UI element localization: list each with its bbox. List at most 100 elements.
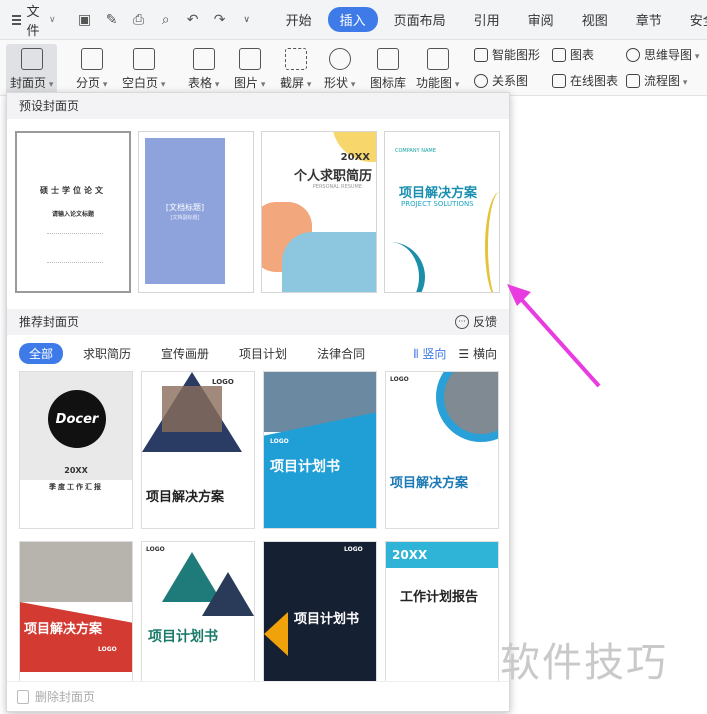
chart-icon [552, 47, 566, 62]
file-menu[interactable]: 文件 ∨ [0, 1, 66, 39]
template-card[interactable]: LOGO 项目计划书 [141, 541, 255, 699]
save-icon[interactable]: ▣ [76, 12, 94, 28]
smart-art-button[interactable]: 智能图形 [474, 46, 540, 63]
template-title: 项目计划书 [270, 459, 340, 475]
template-card[interactable]: LOGO 项目计划书 [263, 541, 377, 699]
preset-cover-resume[interactable]: 20XX 个人求职简历 PERSONAL RESUME [261, 131, 377, 293]
table-button[interactable]: 表格 [188, 44, 219, 91]
cover-page-button[interactable]: 封面页 [6, 44, 58, 95]
cover-page-panel: 预设封面页 硕士学位论文 请输入论文标题 [文档标题] [文档副标题] 20XX… [6, 92, 510, 712]
smart-art-icon [474, 47, 488, 62]
more-icon[interactable]: ∨ [238, 15, 256, 25]
filter-project-plan[interactable]: 项目计划 [229, 343, 297, 364]
thesis-fields [47, 233, 103, 263]
template-card[interactable]: LOGO 项目解决方案 [385, 371, 499, 529]
preset-cover-thesis[interactable]: 硕士学位论文 请输入论文标题 [15, 131, 131, 293]
delete-cover-button[interactable]: 删除封面页 [7, 681, 509, 711]
orientation-vertical[interactable]: ⦀ 竖向 [413, 345, 446, 362]
picture-label: 图片 [234, 76, 265, 90]
screenshot-icon [284, 48, 307, 70]
table-label: 表格 [188, 76, 219, 90]
template-title: 项目解决方案 [146, 490, 225, 505]
template-card[interactable]: Docer 20XX 季度工作汇报 [19, 371, 133, 529]
tab-home[interactable]: 开始 [274, 7, 324, 32]
function-chart-label: 功能图 [416, 76, 459, 90]
tab-view[interactable]: 视图 [570, 7, 620, 32]
feedback-button[interactable]: ··· 反馈 [454, 309, 497, 335]
insert-ribbon: 封面页 分页 空白页 表格 图片 截屏 形状 图标库 功能图 智能图形 图表 [0, 40, 707, 96]
function-chart-button[interactable]: 功能图 [416, 44, 459, 91]
cover-page-label: 封面页 [10, 76, 53, 90]
print-icon[interactable]: ⎙ [130, 12, 148, 28]
shape-button[interactable]: 形状 [324, 44, 355, 91]
filter-resume[interactable]: 求职简历 [73, 343, 141, 364]
filter-legal-contract[interactable]: 法律合同 [307, 343, 375, 364]
template-card[interactable]: LOGO 项目解决方案 [141, 371, 255, 529]
ribbon-tabs: 开始 插入 页面布局 引用 审阅 视图 章节 安全 [274, 7, 707, 32]
redo-icon[interactable]: ↷ [211, 12, 229, 28]
preset-en: PROJECT SOLUTIONS [401, 200, 474, 208]
tab-security[interactable]: 安全 [678, 7, 707, 32]
online-chart-icon [552, 73, 566, 88]
print-preview-icon[interactable]: ⌕ [157, 12, 175, 28]
function-chart-icon [426, 48, 449, 70]
template-card[interactable]: 项目解决方案 LOGO [19, 541, 133, 699]
filter-brochure[interactable]: 宣传画册 [151, 343, 219, 364]
template-year: 20XX [392, 548, 428, 562]
recommended-cover-header: 推荐封面页 ··· 反馈 [7, 309, 509, 335]
preset-cover-document[interactable]: [文档标题] [文档副标题] [138, 131, 254, 293]
page-break-icon [80, 48, 103, 70]
category-filters: 全部 求职简历 宣传画册 项目计划 法律合同 [19, 343, 385, 364]
preset-title: [文档标题] [165, 203, 205, 212]
template-title: 工作计划报告 [400, 590, 479, 605]
orientation-vertical-label: 竖向 [422, 347, 447, 361]
orientation-toggle: ⦀ 竖向 ☰ 横向 [413, 345, 497, 362]
online-chart-label: 在线图表 [570, 74, 619, 88]
preset-company: COMPANY NAME [395, 148, 436, 154]
icon-library-icon [377, 48, 399, 70]
page-break-label: 分页 [76, 76, 107, 90]
undo-icon[interactable]: ↶ [184, 12, 202, 28]
annotation-arrow [507, 284, 601, 388]
icon-library-button[interactable]: 图标库 [370, 44, 406, 91]
relation-chart-icon [474, 73, 488, 88]
format-painter-icon[interactable]: ✎ [103, 12, 121, 28]
orientation-horizontal[interactable]: ☰ 横向 [458, 345, 497, 362]
flowchart-button[interactable]: 流程图 [626, 72, 687, 89]
tab-review[interactable]: 审阅 [516, 7, 566, 32]
tab-references[interactable]: 引用 [462, 7, 512, 32]
flowchart-label: 流程图 [644, 72, 687, 89]
template-logo: LOGO [146, 546, 165, 553]
screenshot-button[interactable]: 截屏 [280, 44, 311, 91]
online-chart-button[interactable]: 在线图表 [552, 72, 618, 89]
table-icon [192, 48, 215, 70]
cover-page-icon [20, 48, 43, 70]
template-title: 项目计划书 [148, 629, 218, 645]
picture-button[interactable]: 图片 [234, 44, 265, 91]
preset-subtitle: [文档副标题] [170, 215, 200, 221]
preset-year: 20XX [340, 152, 370, 163]
chart-button[interactable]: 图表 [552, 46, 594, 63]
blank-page-button[interactable]: 空白页 [122, 44, 165, 91]
preset-cover-project[interactable]: COMPANY NAME 项目解决方案 PROJECT SOLUTIONS [384, 131, 500, 293]
blue-shape [282, 232, 376, 292]
tab-insert[interactable]: 插入 [327, 7, 378, 32]
template-card[interactable]: 20XX 工作计划报告 [385, 541, 499, 699]
template-card[interactable]: LOGO 项目计划书 [263, 371, 377, 529]
page-break-button[interactable]: 分页 [76, 44, 107, 91]
flowchart-icon [626, 73, 640, 88]
template-title: 项目解决方案 [390, 476, 469, 491]
relation-chart-button[interactable]: 关系图 [474, 72, 528, 89]
template-title: 项目计划书 [294, 612, 360, 627]
file-menu-label: 文件 [26, 4, 40, 39]
template-logo: LOGO [270, 438, 289, 445]
tab-page-layout[interactable]: 页面布局 [382, 7, 458, 32]
blank-page-icon [132, 48, 155, 70]
preset-en: PERSONAL RESUME [312, 184, 362, 190]
mind-map-button[interactable]: 思维导图 [626, 46, 699, 63]
teal-curve [385, 242, 425, 292]
orientation-horizontal-label: 横向 [472, 347, 497, 361]
preset-title: 个人求职简历 [293, 169, 372, 184]
tab-section[interactable]: 章节 [624, 7, 674, 32]
filter-all[interactable]: 全部 [19, 343, 64, 364]
